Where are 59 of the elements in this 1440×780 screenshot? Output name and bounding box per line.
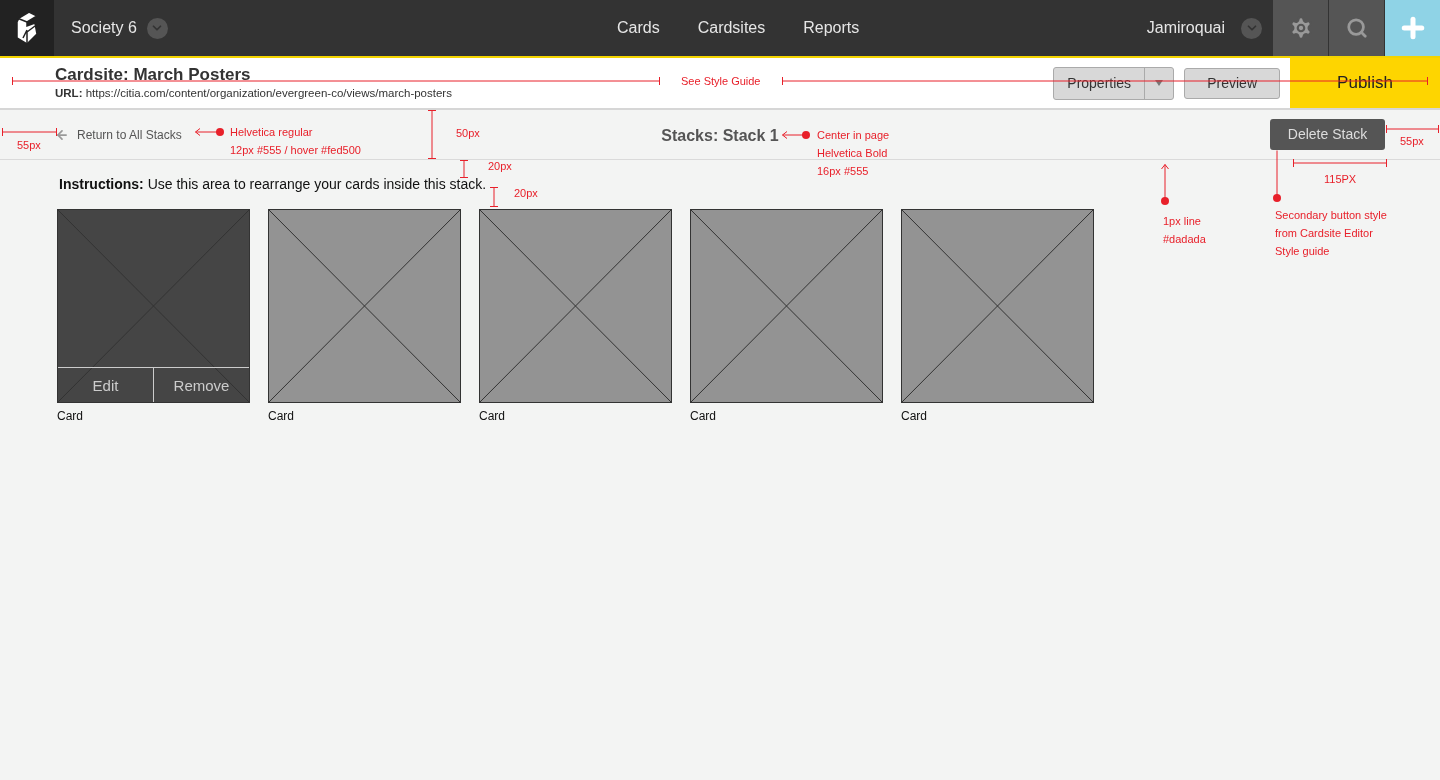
card-placeholder[interactable] <box>901 209 1094 403</box>
dimension-line <box>1386 125 1439 133</box>
annotation-text: See Style Guide <box>681 74 761 89</box>
annotation-text: #dadada <box>1163 232 1206 247</box>
settings-button[interactable] <box>1272 0 1328 56</box>
card-label: Card <box>479 409 506 423</box>
card-label: Card <box>57 409 84 423</box>
search-icon <box>1345 17 1368 39</box>
properties-dropdown[interactable]: Properties <box>1053 66 1175 100</box>
leader-arrow <box>1273 150 1281 202</box>
dimension-line <box>428 110 436 159</box>
annotation-text: Helvetica Bold <box>817 146 888 161</box>
leader-arrow <box>1161 164 1169 205</box>
user-name: Jamiroquai <box>1146 19 1225 37</box>
edit-button[interactable]: Edit <box>58 368 153 402</box>
instructions-text: Instructions: Use this area to rearrange your cards inside this stack. <box>59 176 487 192</box>
publish-button[interactable]: Publish <box>1290 58 1440 108</box>
card-placeholder[interactable]: Edit Remove <box>57 209 250 403</box>
annotation-text: from Cardsite Editor <box>1275 226 1373 241</box>
card-label: Card <box>268 409 295 423</box>
properties-button[interactable]: Properties <box>1054 67 1145 99</box>
annotation-text: 16px #555 <box>817 164 869 179</box>
annotation-text: Style guide <box>1275 244 1330 259</box>
chevron-down-icon[interactable] <box>146 17 168 39</box>
card-placeholder[interactable] <box>268 209 461 403</box>
search-button[interactable] <box>1328 0 1384 56</box>
caret-icon <box>1155 80 1164 86</box>
back-link[interactable]: Return to All Stacks <box>55 127 182 142</box>
annotation-text: 20px <box>514 186 538 201</box>
card-label: Card <box>690 409 717 423</box>
page-title: Cardsite: March Posters <box>55 65 251 85</box>
annotation-text: Center in page <box>817 128 890 143</box>
annotation-text: 55px <box>1400 134 1424 149</box>
annotation-text: 50px <box>456 126 480 141</box>
dimension-line <box>2 128 57 136</box>
dimension-line <box>490 187 498 207</box>
dimension-line <box>460 160 468 178</box>
remove-button[interactable]: Remove <box>153 368 249 402</box>
annotation-text: 12px #555 / hover #fed500 <box>230 143 361 158</box>
add-button[interactable] <box>1384 0 1440 56</box>
nav-link[interactable]: Reports <box>803 19 860 37</box>
url-text: URL: https://citia.com/content/organization/evergreen-co/views/march-posters <box>55 87 452 99</box>
card-label: Card <box>901 409 928 423</box>
card-placeholder[interactable] <box>690 209 883 403</box>
stack-heading: Stacks: Stack 1 <box>661 127 779 145</box>
annotation-text: 55px <box>17 138 41 153</box>
annotation-text: Helvetica regular <box>230 125 313 140</box>
chevron-down-icon[interactable] <box>1241 17 1262 39</box>
nav-link[interactable]: Cards <box>617 19 660 37</box>
card-placeholder[interactable] <box>479 209 672 403</box>
annotation-text: 20px <box>488 159 512 174</box>
annotation-text: 1px line <box>1163 214 1201 229</box>
organization-name: Society 6 <box>71 19 137 37</box>
leader-arrow <box>195 128 224 136</box>
delete-stack-button[interactable]: Delete Stack <box>1270 118 1385 150</box>
annotation-text: 115PX <box>1324 172 1357 187</box>
nav-link[interactable]: Cardsites <box>697 19 766 37</box>
annotation-text: Secondary button style <box>1275 208 1387 223</box>
leader-arrow <box>782 131 810 139</box>
